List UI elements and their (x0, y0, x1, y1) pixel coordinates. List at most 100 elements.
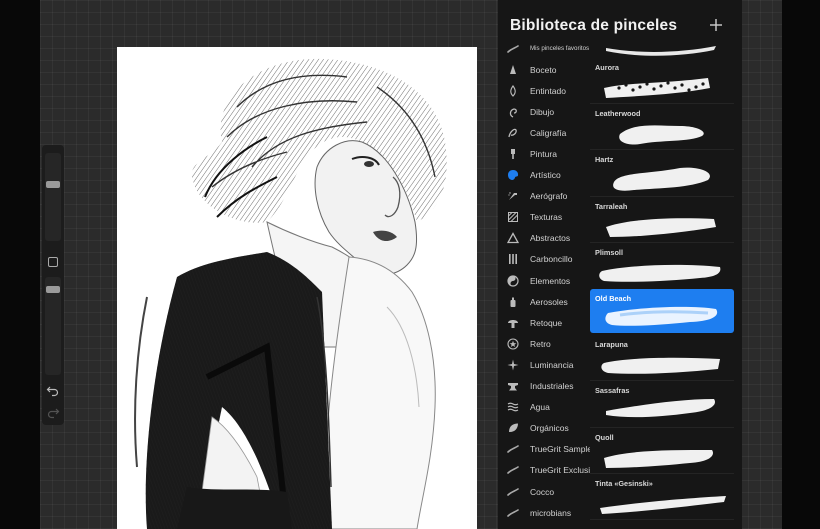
palette-icon (507, 169, 519, 181)
category-label: Cocco (530, 486, 555, 497)
brush-category-list: Mis pinceles favoritos Boceto Entintado Dib… (498, 38, 590, 523)
anvil-icon (507, 380, 519, 392)
left-bezel (0, 0, 40, 529)
category-item[interactable]: Orgánicos (498, 418, 590, 439)
opacity-slider-thumb[interactable] (46, 286, 60, 294)
brush-stroke-icon (507, 464, 519, 476)
category-label: TrueGrit Exclusives (530, 465, 590, 476)
mushroom-icon (507, 317, 519, 329)
swirl-icon (507, 106, 519, 118)
category-item[interactable]: Elementos (498, 270, 590, 291)
brush-item[interactable]: Larapuna (590, 335, 734, 379)
category-label: Luminancia (530, 359, 574, 370)
category-label: Agua (530, 402, 550, 413)
portrait-sketch-image (134, 58, 447, 529)
category-item[interactable]: Abstractos (498, 228, 590, 249)
brush-stroke-preview (606, 46, 716, 56)
brush-stroke-preview (606, 217, 716, 237)
texture-icon (507, 211, 519, 223)
category-item[interactable]: Retoque (498, 312, 590, 333)
brush-stroke-preview (619, 125, 704, 145)
category-item[interactable]: TrueGrit Exclusives (498, 460, 590, 481)
category-item[interactable]: Industriales (498, 376, 590, 397)
category-label: Texturas (530, 212, 563, 223)
brush-stroke-preview (613, 168, 710, 192)
category-item[interactable]: Texturas (498, 207, 590, 228)
paintbrush-icon (507, 148, 519, 160)
ink-drop-icon (507, 84, 519, 97)
brush-item[interactable]: Quoll (590, 428, 734, 472)
brush-stroke-preview (605, 306, 718, 326)
category-item[interactable]: TrueGrit Sampler (498, 439, 590, 460)
brush-stroke-preview (604, 78, 710, 98)
category-label: Aerógrafo (530, 191, 568, 202)
brush-size-slider[interactable] (45, 153, 61, 241)
brush-stroke-icon (507, 486, 519, 498)
opacity-slider[interactable] (45, 277, 61, 375)
brush-stroke-preview (599, 264, 721, 282)
star-badge-icon (507, 338, 519, 350)
right-bezel (782, 0, 820, 529)
category-label: Dibujo (530, 106, 555, 117)
category-label: Retoque (530, 317, 563, 328)
brush-stroke-preview (600, 495, 726, 514)
brush-item[interactable]: Plimsoll (590, 243, 734, 287)
calligraphy-icon (507, 127, 519, 139)
charcoal-icon (507, 253, 519, 265)
brush-size-slider-thumb[interactable] (46, 181, 60, 189)
brush-item[interactable]: Tinta «Gesinski» (590, 474, 734, 518)
category-label: Boceto (530, 64, 557, 75)
category-label: Orgánicos (530, 423, 569, 434)
category-label: microbians (530, 507, 572, 518)
brush-stroke-icon (507, 507, 519, 519)
brush-item[interactable]: Old Beach (590, 289, 734, 333)
category-label: Artístico (530, 170, 561, 181)
square-icon[interactable] (48, 257, 58, 267)
category-label: Elementos (530, 275, 571, 286)
brush-library-panel: Biblioteca de pinceles Mis pinceles favo… (498, 0, 742, 529)
category-item[interactable]: Retro (498, 333, 590, 354)
category-item[interactable]: Aerógrafo (498, 186, 590, 207)
panel-title: Biblioteca de pinceles (510, 17, 678, 34)
brush-item[interactable]: Tarraleah (590, 197, 734, 241)
brush-item[interactable]: Sassafras (590, 381, 734, 425)
drawing-canvas[interactable] (117, 47, 477, 529)
redo-icon[interactable] (46, 405, 60, 419)
undo-icon[interactable] (46, 383, 60, 397)
category-item[interactable]: microbians (498, 502, 590, 523)
left-sidebar (42, 145, 64, 425)
category-item[interactable]: Caligrafía (498, 122, 590, 143)
category-item[interactable]: Luminancia (498, 354, 590, 375)
brush-item[interactable]: Leatherwood (590, 104, 734, 148)
brush-list: Aurora Leatherwood Hartz Tarraleah Plimsoll O… (590, 44, 734, 529)
category-item[interactable]: Entintado (498, 80, 590, 101)
category-label: Abstractos (530, 233, 571, 244)
category-label: Retro (530, 338, 551, 349)
category-item[interactable]: Cocco (498, 481, 590, 502)
category-label: Caligrafía (530, 127, 567, 138)
brush-item[interactable]: Hartz (590, 150, 734, 194)
brush-stroke-preview (606, 399, 715, 418)
category-item[interactable]: Agua (498, 397, 590, 418)
plus-icon[interactable] (708, 17, 724, 33)
category-label: Entintado (530, 85, 566, 96)
brush-stroke-preview (601, 357, 720, 374)
brush-divider (590, 519, 734, 520)
brush-stroke-preview (604, 449, 714, 468)
category-item[interactable]: Pintura (498, 143, 590, 164)
airbrush-icon (507, 190, 519, 202)
category-item[interactable]: Mis pinceles favoritos (498, 38, 590, 59)
category-item[interactable]: Dibujo (498, 101, 590, 122)
category-item[interactable]: Aerosoles (498, 291, 590, 312)
category-label: Pintura (530, 149, 557, 160)
spray-can-icon (507, 296, 519, 308)
brush-stroke-icon (507, 443, 519, 455)
sparkle-icon (507, 359, 519, 371)
category-item[interactable]: Carboncillo (498, 249, 590, 270)
category-label: Industriales (530, 381, 574, 392)
category-item[interactable]: Boceto (498, 59, 590, 80)
brush-stroke-icon (507, 43, 519, 55)
yin-yang-icon (507, 274, 519, 287)
brush-item[interactable]: Aurora (590, 58, 734, 102)
category-item[interactable]: Artístico (498, 165, 590, 186)
